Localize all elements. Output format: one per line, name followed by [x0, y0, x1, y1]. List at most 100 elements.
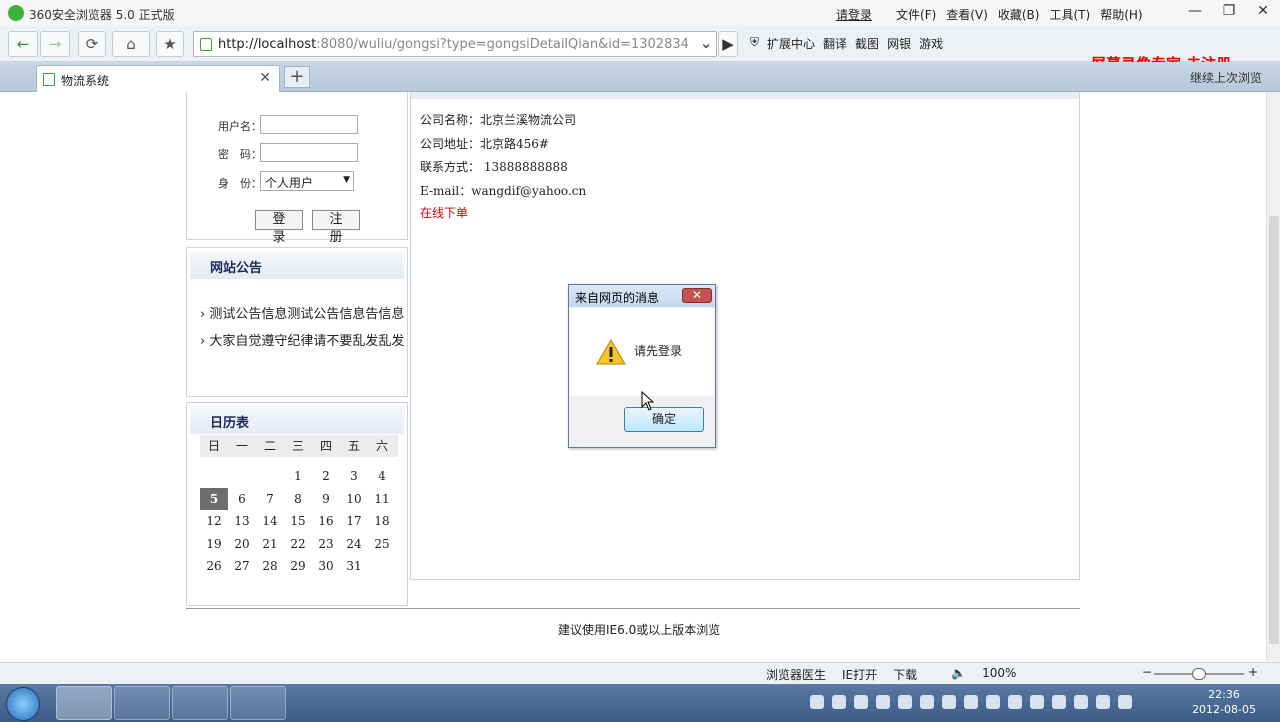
address-bar[interactable]: http://localhost:8080/wuliu/gongsi?type=… — [193, 31, 717, 57]
calendar-day[interactable]: 28 — [256, 555, 284, 578]
notice-item[interactable]: › 测试公告信息测试公告信息告信息 — [200, 303, 404, 322]
calendar-day[interactable]: 30 — [312, 555, 340, 578]
zoom-out-icon[interactable]: − — [1142, 665, 1152, 679]
calendar-day[interactable]: 12 — [200, 510, 228, 533]
back-button[interactable]: ← — [8, 31, 38, 57]
dialog-close-button[interactable]: ✕ — [682, 288, 712, 303]
taskbar-clock[interactable]: 22:36 2012-08-05 — [1192, 687, 1256, 717]
menu-view[interactable]: 查看(V) — [946, 6, 988, 23]
tray-icon[interactable] — [920, 695, 934, 709]
calendar-day[interactable]: 5 — [200, 487, 228, 510]
password-input[interactable] — [260, 143, 358, 162]
calendar-day[interactable]: 3 — [340, 465, 368, 488]
forward-button[interactable]: → — [40, 31, 70, 57]
tray-icon[interactable] — [854, 695, 868, 709]
tray-icon[interactable] — [1096, 695, 1110, 709]
new-tab-button[interactable]: + — [284, 66, 310, 88]
menu-file[interactable]: 文件(F) — [896, 6, 936, 23]
zoom-slider[interactable]: − + — [1142, 665, 1258, 680]
ie-open-button[interactable]: IE打开 — [842, 666, 877, 683]
address-dropdown-button[interactable]: ⌄ — [696, 31, 716, 57]
login-link[interactable]: 请登录 — [836, 6, 872, 23]
calendar-day[interactable]: 21 — [256, 533, 284, 556]
tray-icon[interactable] — [964, 695, 978, 709]
tray-icon[interactable] — [1118, 695, 1132, 709]
calendar-day[interactable]: 26 — [200, 555, 228, 578]
favorite-star-button[interactable]: ★ — [156, 31, 184, 57]
start-button[interactable] — [6, 687, 40, 721]
zoom-knob[interactable] — [1192, 668, 1206, 680]
calendar-day[interactable]: 4 — [368, 465, 396, 488]
calendar-day[interactable]: 10 — [340, 488, 368, 511]
browser-doctor-button[interactable]: 浏览器医生 — [766, 666, 826, 683]
extension-center-button[interactable]: 扩展中心 — [767, 35, 815, 52]
menu-favorites[interactable]: 收藏(B) — [998, 6, 1040, 23]
screenshot-button[interactable]: 截图 — [855, 35, 879, 52]
calendar-day[interactable]: 13 — [228, 510, 256, 533]
translate-button[interactable]: 翻译 — [823, 35, 847, 52]
calendar-day[interactable]: 17 — [340, 510, 368, 533]
game-button[interactable]: 游戏 — [919, 35, 943, 52]
tray-icon[interactable] — [1052, 695, 1066, 709]
register-button[interactable]: 注册 — [312, 210, 360, 245]
tray-icon[interactable] — [1074, 695, 1088, 709]
close-window-button[interactable]: ✕ — [1246, 0, 1280, 24]
taskbar-eclipse[interactable] — [230, 686, 286, 720]
calendar-day[interactable]: 2 — [312, 465, 340, 488]
refresh-button[interactable]: ⟳ — [78, 31, 106, 57]
calendar-day[interactable]: 15 — [284, 510, 312, 533]
calendar-day[interactable]: 19 — [200, 533, 228, 556]
minimize-button[interactable]: — — [1178, 0, 1212, 24]
login-button[interactable]: 登录 — [255, 210, 303, 245]
calendar-day[interactable]: 9 — [312, 488, 340, 511]
calendar-day[interactable]: 1 — [284, 465, 312, 488]
calendar-day[interactable]: 18 — [368, 510, 396, 533]
speaker-icon[interactable]: 🔈 — [951, 666, 966, 683]
calendar-day[interactable]: 25 — [368, 533, 396, 556]
tray-icon[interactable] — [810, 695, 824, 709]
tray-icon[interactable] — [876, 695, 890, 709]
vertical-scrollbar[interactable] — [1266, 92, 1280, 662]
address-url[interactable]: http://localhost:8080/wuliu/gongsi?type=… — [218, 37, 688, 52]
taskbar-ie[interactable] — [114, 686, 170, 720]
tray-icon[interactable] — [1008, 695, 1022, 709]
calendar-day[interactable]: 20 — [228, 533, 256, 556]
zoom-level[interactable]: 100% — [982, 666, 1016, 683]
calendar-day[interactable]: 24 — [340, 533, 368, 556]
zoom-in-icon[interactable]: + — [1248, 665, 1258, 679]
continue-browsing-button[interactable]: 继续上次浏览 — [1190, 69, 1262, 86]
calendar-day[interactable]: 23 — [312, 533, 340, 556]
tray-icon[interactable] — [832, 695, 846, 709]
calendar-day[interactable]: 22 — [284, 533, 312, 556]
calendar-day[interactable]: 29 — [284, 555, 312, 578]
calendar-day[interactable]: 7 — [256, 488, 284, 511]
order-online-link[interactable]: 在线下单 — [420, 204, 468, 221]
tray-icon[interactable] — [942, 695, 956, 709]
calendar-day[interactable]: 14 — [256, 510, 284, 533]
calendar-day[interactable]: 8 — [284, 488, 312, 511]
tab-logistics[interactable]: 物流系统 ✕ — [36, 65, 280, 92]
close-tab-icon[interactable]: ✕ — [259, 70, 271, 86]
tray-icon[interactable] — [898, 695, 912, 709]
menu-help[interactable]: 帮助(H) — [1100, 6, 1142, 23]
calendar-day[interactable]: 11 — [368, 488, 396, 511]
restore-button[interactable]: ❐ — [1212, 0, 1246, 24]
home-button[interactable]: ⌂ — [112, 31, 150, 57]
taskbar-toolbox[interactable] — [172, 686, 228, 720]
ok-button[interactable]: 确定 — [624, 407, 704, 432]
calendar-day[interactable]: 31 — [340, 555, 368, 578]
calendar-day[interactable]: 16 — [312, 510, 340, 533]
download-button[interactable]: 下载 — [893, 666, 917, 683]
tray-icon[interactable] — [986, 695, 1000, 709]
online-bank-button[interactable]: 网银 — [887, 35, 911, 52]
calendar-day[interactable]: 6 — [228, 488, 256, 511]
role-select[interactable]: 个人用户 ▼ — [260, 171, 354, 191]
shield-icon[interactable]: ⛨ — [750, 35, 759, 52]
notice-item[interactable]: › 大家自觉遵守纪律请不要乱发乱发 — [200, 330, 404, 349]
calendar-day[interactable]: 27 — [228, 555, 256, 578]
go-button[interactable]: ▶ — [718, 31, 738, 57]
username-input[interactable] — [260, 115, 358, 134]
scrollbar-thumb[interactable] — [1269, 216, 1279, 644]
tray-icon[interactable] — [1030, 695, 1044, 709]
taskbar-360-browser[interactable] — [56, 686, 112, 720]
